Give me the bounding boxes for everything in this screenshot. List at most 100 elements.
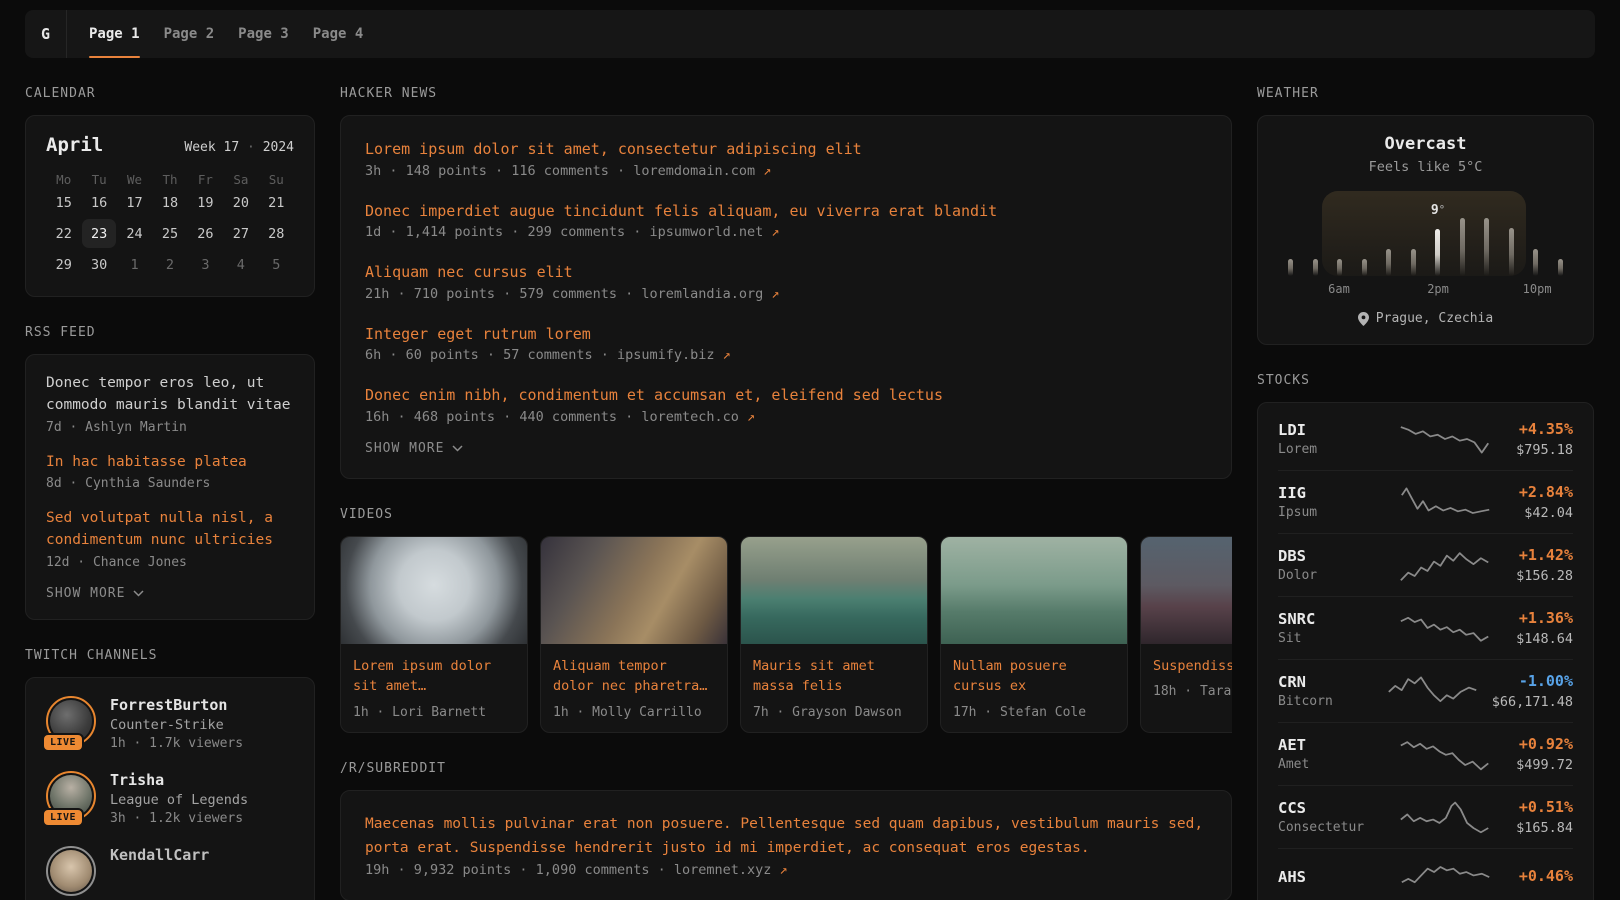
subreddit-post-title[interactable]: Maecenas mollis pulvinar erat non posuer…: [365, 813, 1207, 859]
video-title[interactable]: Lorem ipsum dolor sit amet consectetu…: [353, 656, 515, 698]
page-tab-label: Page 4: [313, 26, 364, 42]
stock-row[interactable]: CCS Consectetur +0.51% $165.84: [1278, 785, 1573, 848]
calendar-day-number: 24: [118, 219, 152, 248]
video-meta: 17h · Stefan Cole: [953, 705, 1115, 720]
subreddit-post-domain[interactable]: loremnet.xyz: [674, 862, 772, 878]
hackernews-item-domain[interactable]: ipsumworld.net: [649, 224, 763, 240]
page-tab[interactable]: Page 2: [152, 10, 227, 58]
video-title[interactable]: Aliquam tempor dolor nec pharetra…: [553, 656, 715, 698]
stock-name: Dolor: [1278, 568, 1374, 583]
page-tab[interactable]: Page 1: [77, 10, 152, 58]
stock-row[interactable]: DBS Dolor +1.42% $156.28: [1278, 533, 1573, 596]
stock-symbol: DBS: [1278, 547, 1374, 565]
chevron-down-icon: [133, 590, 144, 597]
stock-row[interactable]: IIG Ipsum +2.84% $42.04: [1278, 470, 1573, 533]
hackernews-item-title[interactable]: Donec enim nibh, condimentum et accumsan…: [365, 384, 1207, 407]
hackernews-item-stats: 16h · 468 points · 440 comments ·: [365, 409, 641, 425]
twitch-channel-row[interactable]: KendallCarr: [46, 846, 294, 896]
hackernews-item-title[interactable]: Aliquam nec cursus elit: [365, 261, 1207, 284]
stock-change-percent: +0.51%: [1516, 798, 1573, 816]
stock-symbol: IIG: [1278, 484, 1374, 502]
video-thumbnail[interactable]: [741, 537, 927, 644]
stock-change-percent: +1.36%: [1516, 609, 1573, 627]
hackernews-item-domain[interactable]: ipsumify.biz: [617, 347, 715, 363]
rss-card: Donec tempor eros leo, ut commodo mauris…: [25, 354, 315, 620]
calendar-day-number: 18: [153, 188, 187, 217]
hackernews-item-title[interactable]: Lorem ipsum dolor sit amet, consectetur …: [365, 138, 1207, 161]
app-logo[interactable]: G: [25, 10, 67, 58]
hackernews-card: Lorem ipsum dolor sit amet, consectetur …: [340, 115, 1232, 479]
video-thumbnail[interactable]: [341, 537, 527, 644]
video-card[interactable]: Nullam posuere cursus ex 17h · Stefan Co…: [940, 536, 1128, 734]
twitch-section-title: TWITCH CHANNELS: [25, 648, 315, 663]
hackernews-item: Lorem ipsum dolor sit amet, consectetur …: [365, 138, 1207, 179]
video-card[interactable]: Mauris sit amet massa felis 7h · Grayson…: [740, 536, 928, 734]
calendar-day-grid: 15 16 17 18 19 20 21 22 23 24 25 26 27 2…: [46, 187, 294, 280]
stock-id: CRN Bitcorn: [1278, 673, 1374, 709]
stock-change-percent: +0.92%: [1516, 735, 1573, 753]
hackernews-item-domain[interactable]: loremtech.co: [641, 409, 739, 425]
page-tab[interactable]: Page 4: [301, 10, 376, 58]
stock-row[interactable]: AET Amet +0.92% $499.72: [1278, 722, 1573, 785]
stock-price: $165.84: [1516, 820, 1573, 836]
external-link-icon: ↗: [723, 347, 731, 363]
calendar-day: 23: [81, 218, 116, 249]
calendar-day: 17: [117, 187, 152, 218]
rss-item-title[interactable]: Donec tempor eros leo, ut commodo mauris…: [46, 373, 294, 417]
hackernews-item-domain[interactable]: loremlandia.org: [641, 286, 763, 302]
calendar-day: 1: [117, 249, 152, 280]
hackernews-item-meta: 6h · 60 points · 57 comments · ipsumify.…: [365, 347, 1207, 363]
page-tabs: Page 1 Page 2 Page 3 Page 4: [77, 10, 375, 58]
weather-axis-label: 2pm: [1427, 282, 1449, 296]
page-tab[interactable]: Page 3: [226, 10, 301, 58]
stock-sparkline-chart: [1399, 611, 1491, 645]
external-link-icon: ↗: [771, 286, 779, 302]
weather-hour-bar: [1411, 249, 1416, 276]
calendar-day: 26: [188, 218, 223, 249]
video-card[interactable]: Aliquam tempor dolor nec pharetra… 1h · …: [540, 536, 728, 734]
stock-symbol: CCS: [1278, 799, 1374, 817]
video-thumbnail[interactable]: [541, 537, 727, 644]
stock-symbol: AET: [1278, 736, 1374, 754]
weather-hour-bar: [1362, 259, 1367, 276]
stock-id: AHS: [1278, 868, 1374, 889]
twitch-channel-name[interactable]: KendallCarr: [110, 846, 209, 864]
stock-row[interactable]: LDI Lorem +4.35% $795.18: [1278, 408, 1573, 470]
calendar-day: 24: [117, 218, 152, 249]
video-title[interactable]: Suspendisse diam: [1153, 656, 1232, 677]
stock-values: +0.46%: [1519, 867, 1573, 889]
hackernews-item-title[interactable]: Donec imperdiet augue tincidunt felis al…: [365, 200, 1207, 223]
twitch-channel-row[interactable]: LIVE ForrestBurton Counter-Strike 1h · 1…: [46, 696, 294, 751]
hackernews-item-domain[interactable]: loremdomain.com: [633, 163, 755, 179]
video-thumbnail[interactable]: [941, 537, 1127, 644]
calendar-day-number: 1: [118, 250, 152, 279]
stock-row[interactable]: SNRC Sit +1.36% $148.64: [1278, 596, 1573, 659]
stock-row[interactable]: CRN Bitcorn -1.00% $66,171.48: [1278, 659, 1573, 722]
avatar-ring: [46, 846, 96, 896]
calendar-day-number: 4: [224, 250, 258, 279]
video-thumbnail[interactable]: [1141, 537, 1232, 644]
rss-list: Donec tempor eros leo, ut commodo mauris…: [46, 373, 294, 570]
rss-show-more-button[interactable]: SHOW MORE: [46, 586, 294, 601]
calendar-day: 28: [259, 218, 294, 249]
twitch-channel-name[interactable]: Trisha: [110, 771, 248, 789]
weekday-label: Tu: [81, 172, 116, 187]
hackernews-show-more-button[interactable]: SHOW MORE: [365, 441, 1207, 456]
stock-values: +4.35% $795.18: [1516, 420, 1573, 458]
weather-hourly-chart: 9°: [1286, 191, 1565, 276]
video-card[interactable]: Lorem ipsum dolor sit amet consectetu… 1…: [340, 536, 528, 734]
hackernews-item-meta: 16h · 468 points · 440 comments · loremt…: [365, 409, 1207, 425]
video-title[interactable]: Nullam posuere cursus ex: [953, 656, 1115, 698]
rss-item-title[interactable]: In hac habitasse platea: [46, 452, 294, 474]
hackernews-item-title[interactable]: Integer eget rutrum lorem: [365, 323, 1207, 346]
video-card[interactable]: Suspendisse diam 18h · Tara: [1140, 536, 1232, 734]
weather-hour-bar: [1533, 249, 1538, 276]
page-tab-label: Page 2: [164, 26, 215, 42]
stock-row[interactable]: AHS +0.46%: [1278, 848, 1573, 900]
twitch-channel-name[interactable]: ForrestBurton: [110, 696, 243, 714]
video-title[interactable]: Mauris sit amet massa felis: [753, 656, 915, 698]
calendar-day-number: 15: [47, 188, 81, 217]
chevron-down-icon: [452, 445, 463, 452]
rss-item-title[interactable]: Sed volutpat nulla nisl, a condimentum n…: [46, 508, 294, 552]
twitch-channel-row[interactable]: LIVE Trisha League of Legends 3h · 1.2k …: [46, 771, 294, 826]
